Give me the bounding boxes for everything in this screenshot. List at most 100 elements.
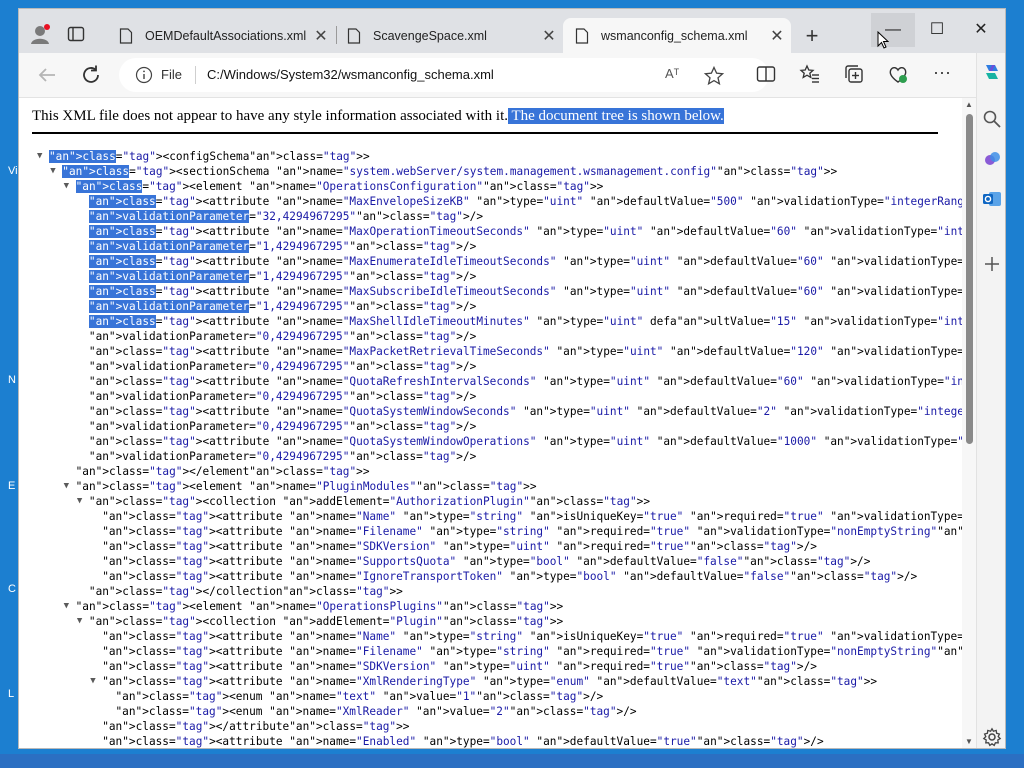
xml-line-text: "an">class="tag"><enum "an">name="text" … — [115, 690, 604, 703]
xml-line: "an">class="tag"><attribute "an">name="Q… — [31, 404, 962, 419]
profile-icon[interactable] — [29, 23, 51, 45]
xml-line-text: "an">class="tag"><attribute "an">name="F… — [102, 645, 962, 658]
desktop-label: C — [8, 583, 16, 595]
xml-line-text: "an">class="tag"><attribute "an">name="M… — [88, 255, 962, 268]
tab-label: OEMDefaultAssociations.xml — [145, 28, 307, 43]
xml-style-notice: This XML file does not appear to have an… — [32, 108, 724, 125]
more-options-icon[interactable]: ··· — [931, 63, 953, 85]
collapse-toggle-icon[interactable]: ▼ — [77, 494, 82, 509]
notice-text: This XML file does not appear to have an… — [32, 108, 508, 124]
desktop-label: N — [8, 374, 16, 386]
refresh-icon[interactable] — [79, 63, 103, 87]
address-bar[interactable]: File C:/Windows/System32/wsmanconfig_sch… — [119, 58, 769, 92]
collapse-toggle-icon[interactable]: ▼ — [77, 614, 82, 629]
vertical-scrollbar[interactable]: ▲ ▼ — [962, 98, 976, 748]
copilot-app-icon[interactable] — [982, 149, 1002, 169]
tab-label: ScavengeSpace.xml — [373, 28, 487, 43]
xml-line: ▼ "an">class="tag"><attribute "an">name="… — [31, 674, 962, 689]
tab-wsmanconfig-schema[interactable]: wsmanconfig_schema.xml ✕ — [563, 18, 791, 53]
xml-line-text: "an">validationParameter="0,4294967295""… — [88, 450, 477, 463]
xml-line: ▼ "an">class="tag"><sectionSchema "an">na… — [31, 164, 962, 179]
xml-line-text: "an">class="tag"><element "an">name="Plu… — [75, 480, 537, 493]
xml-line: "an">validationParameter="1,4294967295""… — [31, 239, 962, 254]
xml-line: "an">validationParameter="32,4294967295"… — [31, 209, 962, 224]
scrollbar-thumb[interactable] — [966, 114, 973, 444]
settings-gear-icon[interactable] — [982, 727, 1002, 747]
favorites-icon[interactable] — [799, 63, 821, 85]
collapse-toggle-icon[interactable]: ▼ — [90, 674, 95, 689]
xml-line: ▼ "an">class="tag"><element "an">name="Op… — [31, 599, 962, 614]
xml-line-text: "an">class="tag"></element"an">class="ta… — [75, 465, 370, 478]
collapse-toggle-icon[interactable]: ▼ — [64, 179, 69, 194]
browser-essentials-icon[interactable] — [887, 63, 909, 85]
xml-line-text: "an">class="tag"><element "an">name="Ope… — [75, 180, 604, 193]
xml-line-text: "an">validationParameter="32,4294967295"… — [88, 210, 484, 223]
close-window-button[interactable]: ✕ — [959, 13, 1003, 47]
back-icon[interactable] — [35, 63, 59, 87]
xml-line-text: "an">class="tag"><attribute "an">name="Q… — [88, 375, 962, 388]
close-tab-icon[interactable]: ✕ — [535, 26, 563, 46]
xml-line: "an">class="tag"><attribute "an">name="M… — [31, 194, 962, 209]
collapse-toggle-icon[interactable]: ▼ — [37, 149, 42, 164]
tab-scavengespace[interactable]: ScavengeSpace.xml ✕ — [335, 18, 565, 53]
maximize-button[interactable]: ☐ — [915, 13, 959, 47]
xml-line-text: "an">class="tag"><attribute "an">name="N… — [102, 630, 962, 643]
xml-line: ▼ "an">class="tag"><element "an">name="Pl… — [31, 479, 962, 494]
document-icon — [575, 27, 589, 44]
xml-line-text: "an">class="tag"><attribute "an">name="M… — [88, 225, 962, 238]
xml-tree[interactable]: ▼ "an">class="tag"><configSchema"an">clas… — [31, 149, 962, 748]
xml-line: "an">class="tag"><attribute "an">name="F… — [31, 644, 962, 659]
xml-line-text: "an">validationParameter="0,4294967295""… — [88, 390, 477, 403]
notice-highlight: The document tree is shown below. — [508, 108, 724, 124]
navigation-toolbar: File C:/Windows/System32/wsmanconfig_sch… — [19, 53, 1005, 98]
xml-line: "an">validationParameter="0,4294967295""… — [31, 359, 962, 374]
favorite-star-icon[interactable] — [703, 65, 725, 87]
desktop-label: L — [8, 688, 15, 700]
collapse-toggle-icon[interactable]: ▼ — [64, 599, 69, 614]
collapse-toggle-icon[interactable]: ▼ — [64, 479, 69, 494]
collections-icon[interactable] — [843, 63, 865, 85]
mouse-cursor-icon — [877, 31, 889, 49]
xml-line: "an">class="tag"></collection"an">class=… — [31, 584, 962, 599]
collapse-toggle-icon[interactable]: ▼ — [50, 164, 55, 179]
read-aloud-icon[interactable]: Aᵀ — [665, 66, 685, 86]
xml-line: "an">class="tag"><attribute "an">name="Q… — [31, 434, 962, 449]
add-sidebar-app-icon[interactable] — [982, 254, 1002, 274]
xml-line: "an">validationParameter="0,4294967295""… — [31, 419, 962, 434]
info-icon[interactable] — [135, 66, 153, 84]
xml-line: "an">validationParameter="1,4294967295""… — [31, 299, 962, 314]
xml-line-text: "an">class="tag"><collection "an">addEle… — [88, 495, 650, 508]
edge-sidebar — [976, 53, 1005, 748]
close-tab-icon[interactable]: ✕ — [763, 26, 791, 46]
tab-oemdefaultassociations[interactable]: OEMDefaultAssociations.xml ✕ — [107, 18, 337, 53]
xml-line: "an">class="tag"><attribute "an">name="M… — [31, 224, 962, 239]
search-icon[interactable] — [982, 109, 1002, 129]
notice-divider — [32, 132, 938, 134]
page-content: This XML file does not appear to have an… — [19, 98, 962, 748]
tab-actions-icon[interactable] — [67, 25, 85, 43]
xml-line-text: "an">validationParameter="0,4294967295""… — [88, 360, 477, 373]
xml-line-text: "an">class="tag"><sectionSchema "an">nam… — [62, 165, 838, 178]
close-tab-icon[interactable]: ✕ — [307, 26, 335, 46]
xml-line-text: "an">class="tag"><attribute "an">name="F… — [102, 525, 962, 538]
split-screen-icon[interactable] — [755, 63, 777, 85]
xml-line-text: "an">class="tag"><attribute "an">name="M… — [88, 315, 962, 328]
xml-line-text: "an">class="tag"></attribute"an">class="… — [102, 720, 410, 733]
xml-line-text: "an">validationParameter="0,4294967295""… — [88, 420, 477, 433]
document-icon — [119, 27, 133, 44]
xml-line-text: "an">class="tag"><attribute "an">name="M… — [88, 345, 962, 358]
url-text[interactable]: C:/Windows/System32/wsmanconfig_schema.x… — [207, 67, 494, 82]
copilot-icon[interactable] — [981, 61, 1003, 83]
new-tab-button[interactable]: + — [799, 23, 825, 49]
xml-line: ▼ "an">class="tag"><collection "an">addEl… — [31, 614, 962, 629]
xml-line: "an">class="tag"><attribute "an">name="M… — [31, 284, 962, 299]
scroll-down-icon[interactable]: ▼ — [965, 737, 973, 746]
xml-line: "an">class="tag"><attribute "an">name="S… — [31, 554, 962, 569]
outlook-icon[interactable] — [982, 189, 1002, 209]
xml-line-text: "an">class="tag"><attribute "an">name="S… — [102, 660, 817, 673]
xml-line-text: "an">class="tag"><element "an">name="Ope… — [75, 600, 564, 613]
xml-line-text: "an">class="tag"><attribute "an">name="X… — [102, 675, 878, 688]
scroll-up-icon[interactable]: ▲ — [965, 100, 973, 109]
xml-line-text: "an">class="tag"><attribute "an">name="S… — [102, 555, 871, 568]
xml-line-text: "an">class="tag"><attribute "an">name="Q… — [88, 435, 962, 448]
